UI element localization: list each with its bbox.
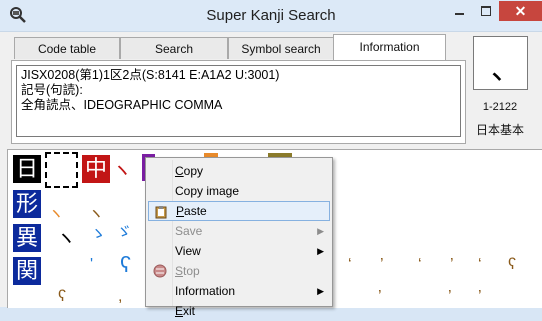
glyph-drop[interactable]: ゞ: [116, 222, 132, 244]
char-preview: 、: [473, 36, 528, 90]
menu-accel: E: [175, 304, 184, 318]
menu-label: View: [175, 244, 201, 258]
title-bar[interactable]: Super Kanji Search ✕: [0, 0, 542, 32]
glyph-tick[interactable]: ʕ: [508, 254, 516, 276]
glyph-drop[interactable]: ゝ: [90, 224, 106, 246]
info-line-code: JISX0208(第1)1区2点(S:8141 E:A1A2 U:3001): [21, 68, 280, 82]
radical-cell[interactable]: 中: [82, 155, 110, 183]
radical-cell[interactable]: 異: [13, 224, 41, 252]
selected-cell[interactable]: [45, 152, 78, 188]
information-panel: JISX0208(第1)1区2点(S:8141 E:A1A2 U:3001) 記…: [11, 60, 466, 144]
tab-bar: Code table Search Symbol search Informat…: [14, 34, 464, 60]
menu-accel: S: [175, 264, 184, 278]
info-textbox[interactable]: JISX0208(第1)1区2点(S:8141 E:A1A2 U:3001) 記…: [16, 65, 461, 137]
submenu-arrow-icon: ▶: [317, 286, 324, 296]
tab-search[interactable]: Search: [120, 37, 228, 59]
preview-standard: 日本基本: [475, 123, 524, 137]
radical-cell[interactable]: 形: [13, 190, 41, 218]
menu-item-stop[interactable]: Stop: [148, 261, 330, 281]
menu-item-copy-image[interactable]: Copy image: [148, 181, 330, 201]
menu-label: aste: [184, 204, 207, 218]
glyph-hook[interactable]: ʕ: [120, 254, 131, 276]
menu-label: top: [183, 264, 200, 278]
menu-label: opy: [183, 164, 204, 178]
glyph-tick[interactable]: ’: [378, 286, 382, 308]
tab-symbol-search[interactable]: Symbol search: [228, 37, 334, 59]
menu-item-exit[interactable]: Exit: [148, 301, 330, 321]
preview-char: 、: [491, 53, 521, 86]
glyph-tick[interactable]: ’: [450, 254, 454, 276]
glyph-tick[interactable]: ヽ: [48, 204, 64, 226]
glyph-quote[interactable]: ': [90, 254, 93, 276]
maximize-button[interactable]: [473, 1, 499, 21]
tab-code-table[interactable]: Code table: [14, 37, 120, 59]
menu-label: Copy image: [175, 184, 240, 198]
menu-item-information[interactable]: Information ▶: [148, 281, 330, 301]
menu-item-view[interactable]: View ▶: [148, 241, 330, 261]
minimize-button[interactable]: [446, 1, 472, 21]
menu-label: xit: [183, 304, 196, 318]
tab-information[interactable]: Information: [333, 34, 446, 60]
radical-cell[interactable]: 関: [13, 257, 41, 285]
menu-item-copy[interactable]: Copy: [148, 161, 330, 181]
menu-item-save[interactable]: Save ▶: [148, 221, 330, 241]
glyph-tick[interactable]: ‘: [478, 254, 482, 276]
submenu-arrow-icon: ▶: [317, 246, 324, 256]
glyph-comma[interactable]: ヽ: [112, 160, 132, 182]
info-line-name: 全角読点、IDEOGRAPHIC COMMA: [21, 98, 223, 112]
submenu-arrow-icon: ▶: [317, 226, 324, 236]
glyph-tick[interactable]: ʕ: [58, 286, 66, 308]
menu-label: Save: [175, 224, 203, 238]
glyph-tick[interactable]: ,: [118, 286, 122, 308]
context-menu: Copy Copy image Paste Save ▶ View ▶ Stop…: [145, 157, 333, 318]
clipboard-icon: [154, 205, 168, 219]
preview-code: 1-2122: [482, 101, 518, 113]
glyph-tick[interactable]: ’: [448, 286, 452, 308]
close-button[interactable]: ✕: [499, 1, 542, 21]
glyph-tick[interactable]: ’: [478, 286, 482, 308]
stop-icon: [153, 264, 167, 278]
glyph-tick[interactable]: ‘: [418, 254, 422, 276]
menu-accel: P: [176, 204, 185, 218]
menu-accel: C: [175, 164, 184, 178]
radical-cell[interactable]: 日: [13, 155, 41, 183]
info-line-category: 記号(句読):: [21, 83, 83, 97]
glyph-tick[interactable]: ‘: [348, 254, 352, 276]
menu-label: Information: [175, 284, 236, 298]
menu-item-paste[interactable]: Paste: [148, 201, 330, 221]
glyph-comma[interactable]: ヽ: [56, 228, 76, 250]
glyph-tick[interactable]: ’: [380, 254, 384, 276]
glyph-tick[interactable]: ヽ: [88, 204, 104, 226]
app-window: Super Kanji Search ✕ Code table Search S…: [0, 0, 542, 318]
